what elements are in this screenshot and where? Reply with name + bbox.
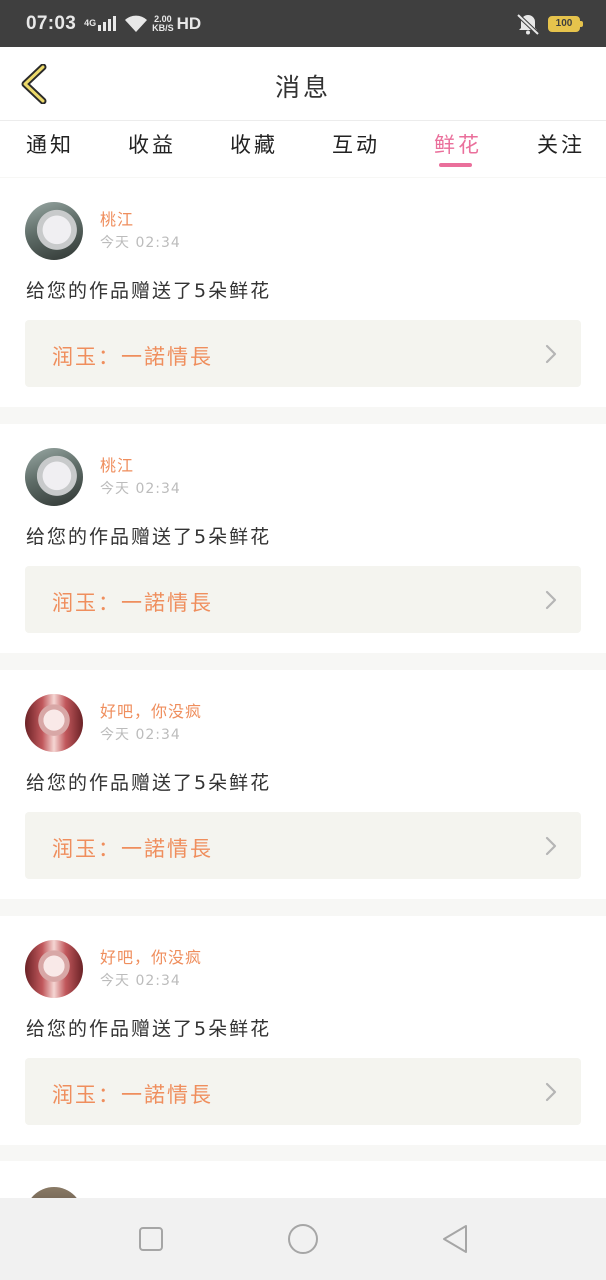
recent-apps-button[interactable] [134,1222,168,1256]
sender-name[interactable]: 好吧，你没疯 [100,698,202,722]
message-time: 今天 02:34 [100,727,181,743]
tab-interactions[interactable]: 互动 [332,129,380,159]
message-time: 今天 02:34 [100,235,181,251]
home-button[interactable] [286,1222,320,1256]
wifi-icon [125,15,148,32]
message-time: 今天 02:34 [100,973,181,989]
back-nav-button[interactable] [438,1222,472,1256]
sender-name[interactable]: 好吧，你没疯 [100,944,202,968]
message-card: 桃江 今天 02:34 给您的作品赠送了5朵鲜花 润玉：一諾情長 [0,178,606,407]
network-speed: 2.00 KB/S [152,14,174,33]
chevron-right-icon [545,836,557,856]
work-link[interactable]: 润玉：一諾情長 [25,320,581,387]
chevron-right-icon [545,590,557,610]
work-title: 润玉：一諾情長 [52,1083,213,1107]
message-text: 给您的作品赠送了5朵鲜花 [26,526,272,548]
signal-icon [98,16,117,31]
hd-indicator: HD [176,13,202,33]
avatar[interactable] [25,202,83,260]
battery-icon: 100 [548,15,583,32]
sender-name[interactable]: 桃江 [100,452,134,476]
recent-apps-icon [139,1227,163,1251]
back-triangle-icon [443,1225,467,1253]
tab-favorites[interactable]: 收藏 [230,129,278,159]
work-link[interactable]: 润玉：一諾情長 [25,566,581,633]
page-title: 消息 [274,73,331,102]
message-text: 给您的作品赠送了5朵鲜花 [26,280,272,302]
page-header: 消息 [0,47,606,121]
tab-flowers[interactable]: 鲜花 [434,129,482,159]
home-icon [288,1224,318,1254]
active-tab-indicator [439,163,472,167]
avatar[interactable] [25,694,83,752]
chevron-right-icon [545,344,557,364]
avatar[interactable] [25,448,83,506]
message-time: 今天 02:34 [100,481,181,497]
tab-notifications[interactable]: 通知 [26,129,74,159]
message-text: 给您的作品赠送了5朵鲜花 [26,1018,272,1040]
tab-follows[interactable]: 关注 [537,129,585,159]
message-card: 好吧，你没疯 今天 02:34 给您的作品赠送了5朵鲜花 润玉：一諾情長 [0,670,606,899]
status-bar: 07:03 4G 2.00 KB/S HD 100 [0,0,606,47]
tab-earnings[interactable]: 收益 [128,129,176,159]
mute-icon [516,13,540,35]
message-card: 好吧，你没疯 今天 02:34 给您的作品赠送了5朵鲜花 润玉：一諾情長 [0,916,606,1145]
work-title: 润玉：一諾情長 [52,837,213,861]
system-nav-bar [0,1198,606,1280]
work-title: 润玉：一諾情長 [52,591,213,615]
work-link[interactable]: 润玉：一諾情長 [25,812,581,879]
message-text: 给您的作品赠送了5朵鲜花 [26,772,272,794]
avatar[interactable] [25,940,83,998]
network-speed-unit: KB/S [152,22,174,33]
work-link[interactable]: 润玉：一諾情長 [25,1058,581,1125]
work-title: 润玉：一諾情長 [52,345,213,369]
network-type: 4G [84,18,97,28]
status-time: 07:03 [26,12,77,34]
chevron-right-icon [545,1082,557,1102]
message-card-partial [0,1161,606,1201]
tab-bar: 通知 收益 收藏 互动 鲜花 关注 [0,121,606,177]
sender-name[interactable]: 桃江 [100,206,134,230]
message-card: 桃江 今天 02:34 给您的作品赠送了5朵鲜花 润玉：一諾情長 [0,424,606,653]
